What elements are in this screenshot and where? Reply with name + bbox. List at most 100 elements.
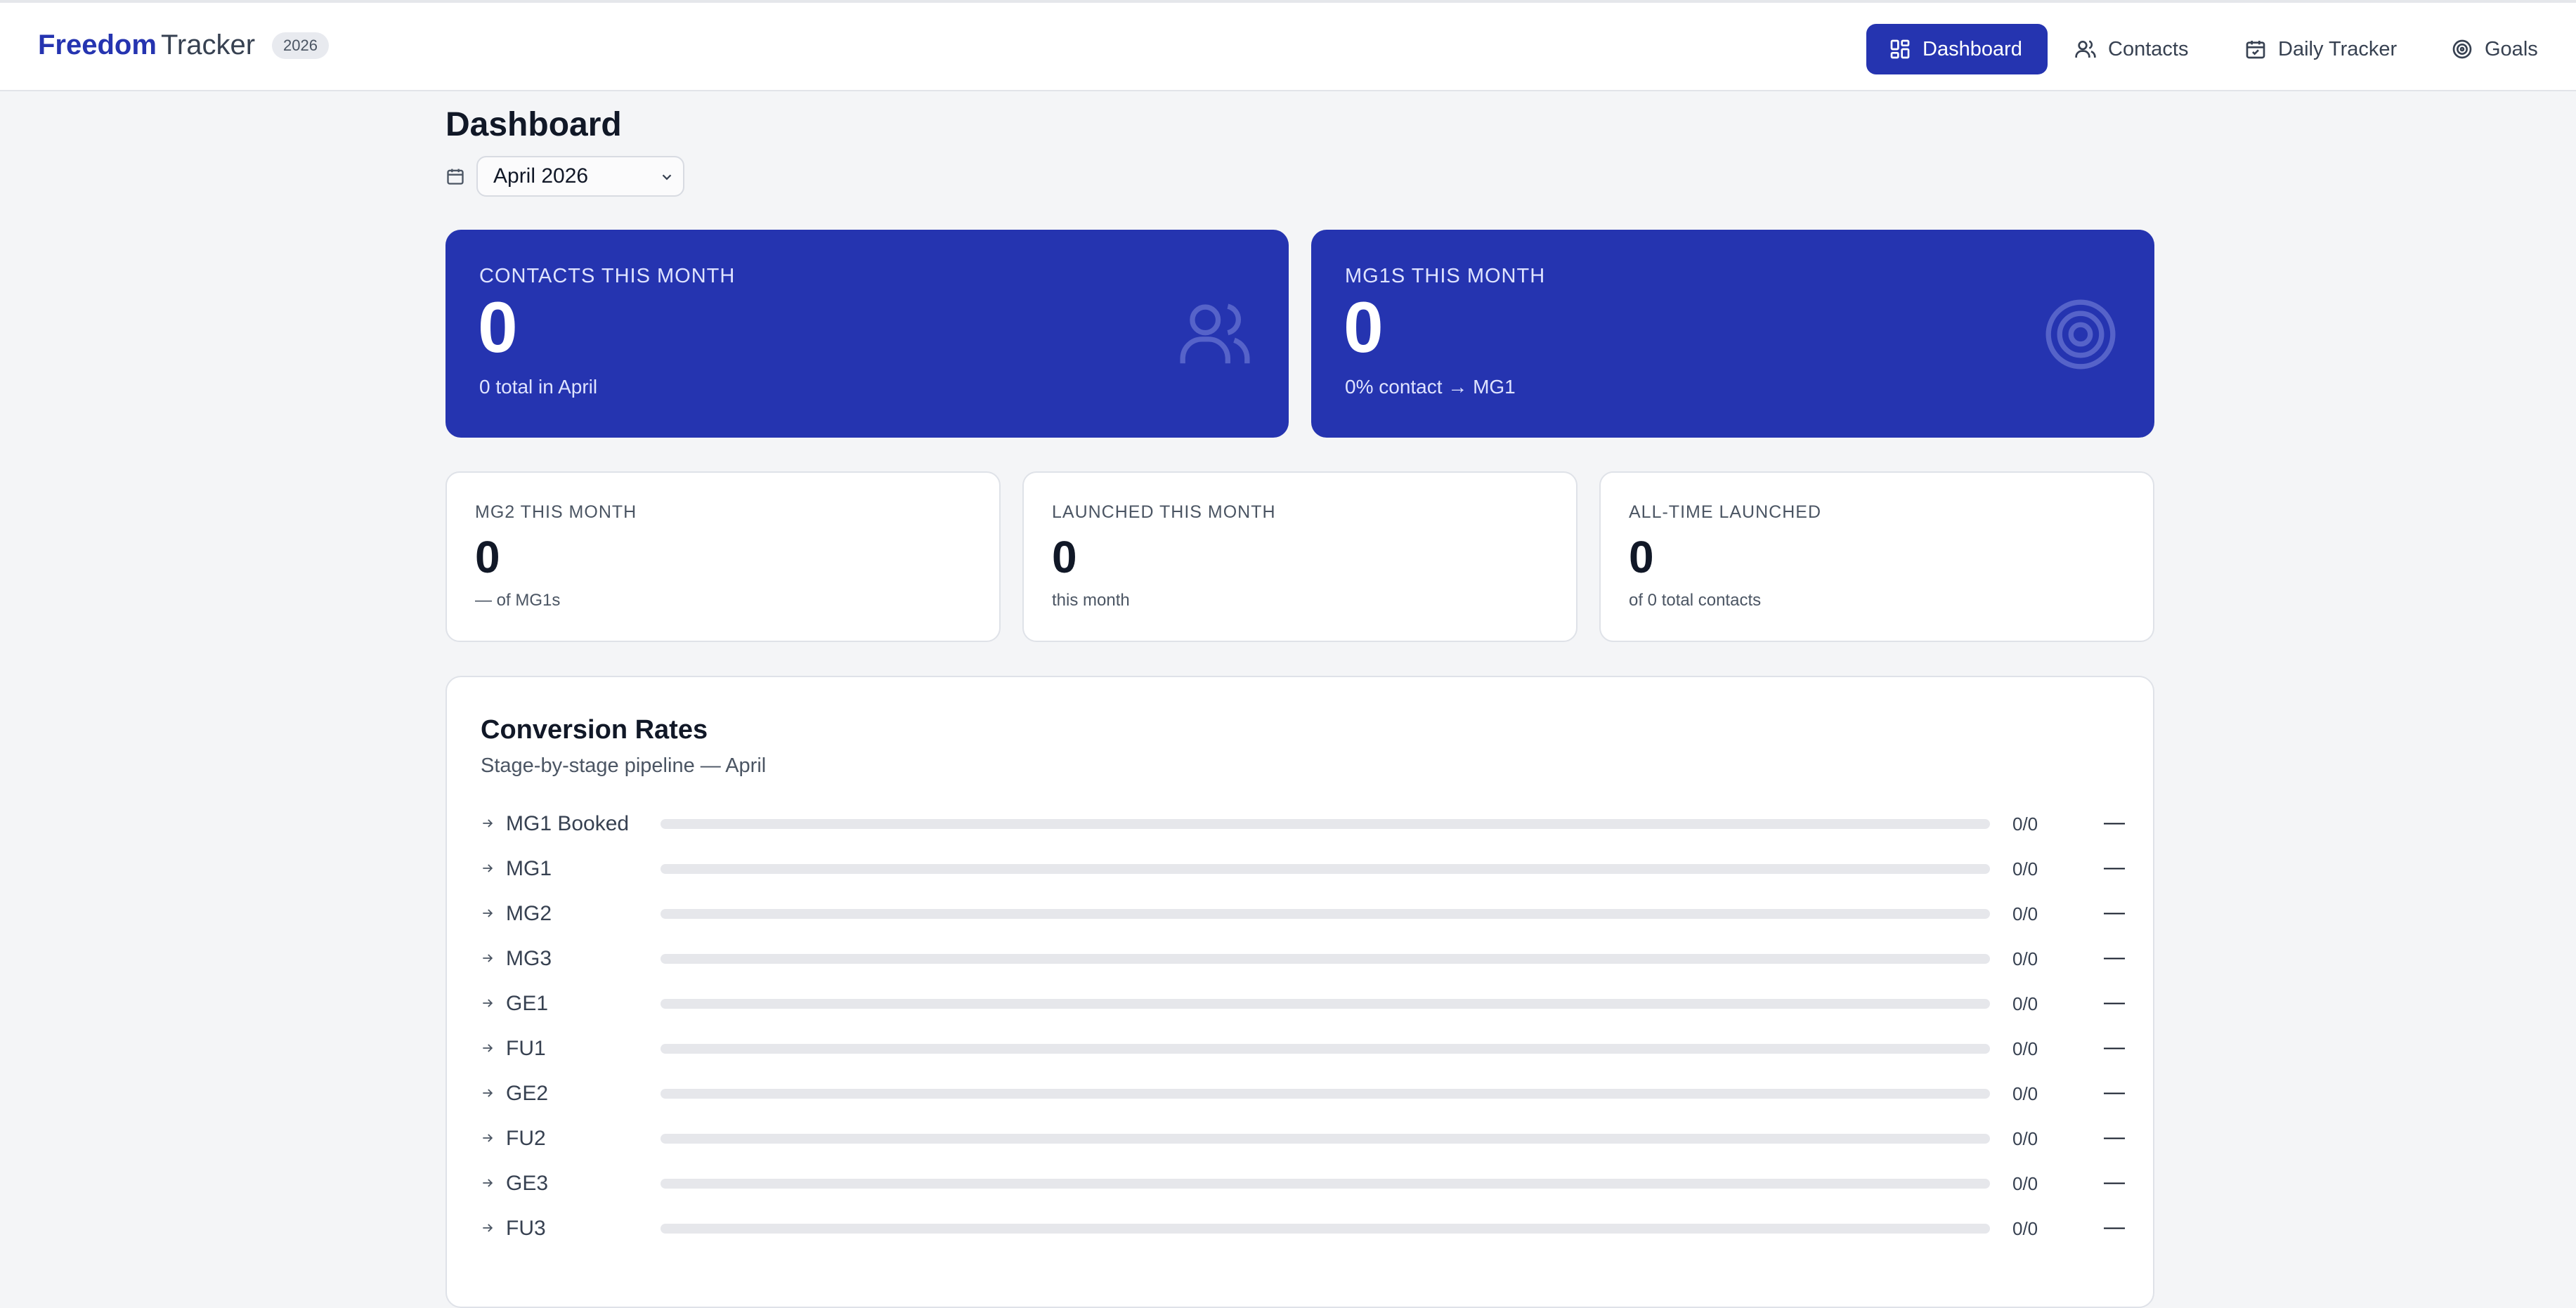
nav-daily-tracker-label: Daily Tracker [2278, 37, 2398, 60]
month-selector-row: April 2026 [445, 156, 684, 197]
stage-percent: — [2104, 946, 2125, 969]
stage-percent: — [2104, 1170, 2125, 1193]
nav-goals-label: Goals [2485, 37, 2538, 60]
brand-name-light: Tracker [160, 30, 256, 60]
month-select[interactable]: April 2026 [476, 156, 684, 197]
card-value: 0 [475, 532, 500, 582]
chevron-down-icon [662, 174, 672, 181]
card-subtext: 0 total in April [479, 376, 598, 398]
arrow-right-icon [483, 999, 493, 1007]
conversion-row: FU3 0/0 — [447, 1214, 2156, 1242]
brand-logo[interactable]: Freedom Tracker 2026 [38, 30, 329, 61]
all-time-launched-card: ALL-TIME LAUNCHED 0 of 0 total contacts [1599, 471, 2154, 642]
stage-percent: — [2104, 1035, 2125, 1059]
stage-name: MG1 [506, 857, 552, 880]
stage-percent: — [2104, 1215, 2125, 1238]
stage-percent: — [2104, 1080, 2125, 1104]
card-label: CONTACTS THIS MONTH [479, 265, 736, 287]
progress-track [661, 999, 1990, 1009]
nav-daily-tracker[interactable]: Daily Tracker [2244, 24, 2397, 74]
target-icon [2452, 39, 2472, 59]
conversion-row: MG1 0/0 — [447, 854, 2156, 882]
arrow-right-icon [483, 1089, 493, 1097]
arrow-right-icon [483, 1224, 493, 1232]
arrow-right-icon [483, 1179, 493, 1187]
launched-this-month-card: LAUNCHED THIS MONTH 0 this month [1022, 471, 1578, 642]
card-label: MG1S THIS MONTH [1345, 265, 1546, 287]
stage-name: MG2 [506, 902, 552, 925]
users-icon [1180, 303, 1250, 364]
progress-track [661, 819, 1990, 829]
mg1s-this-month-card: MG1S THIS MONTH 0 0% contact → MG1 [1311, 230, 2154, 438]
nav-dashboard-label: Dashboard [1923, 37, 2022, 60]
nav-goals[interactable]: Goals [2451, 24, 2538, 74]
nav-dashboard[interactable]: Dashboard [1866, 24, 2048, 74]
stage-percent: — [2104, 856, 2125, 879]
card-value: 0 [1052, 532, 1077, 582]
stage-percent: — [2104, 901, 2125, 924]
card-value: 0 [1344, 287, 1384, 367]
page-title: Dashboard [445, 106, 622, 143]
stage-ratio: 0/0 [2012, 948, 2038, 969]
stage-percent: — [2104, 811, 2125, 834]
stage-ratio: 0/0 [2012, 1083, 2038, 1104]
arrow-right-icon [483, 819, 493, 828]
dashboard-icon [1890, 39, 1910, 59]
stage-ratio: 0/0 [2012, 1173, 2038, 1194]
stage-name: MG1 Booked [506, 812, 630, 835]
arrow-right-icon [483, 909, 493, 917]
progress-track [661, 864, 1990, 874]
conversion-row: GE2 0/0 — [447, 1079, 2156, 1107]
month-select-value: April 2026 [493, 164, 589, 188]
card-subtext: 0% contact → MG1 [1345, 376, 1516, 398]
conversion-row: MG1 Booked 0/0 — [447, 809, 2156, 837]
brand-name-strong: Freedom [38, 30, 157, 60]
conversion-row: MG3 0/0 — [447, 944, 2156, 972]
conversion-subtitle: Stage-by-stage pipeline — April [481, 754, 767, 777]
conversion-row: FU2 0/0 — [447, 1124, 2156, 1152]
card-subtext: — of MG1s [475, 591, 561, 610]
card-subtext: of 0 total contacts [1629, 591, 1762, 610]
conversion-row: GE3 0/0 — [447, 1169, 2156, 1197]
conversion-title: Conversion Rates [481, 715, 708, 745]
stage-ratio: 0/0 [2012, 993, 2038, 1014]
conversion-row: FU1 0/0 — [447, 1034, 2156, 1062]
progress-track [661, 1044, 1990, 1054]
progress-track [661, 909, 1990, 919]
top-nav-bar: Freedom Tracker 2026 Dashboard Contacts … [0, 0, 2576, 91]
card-label: ALL-TIME LAUNCHED [1629, 502, 1821, 522]
progress-track [661, 1179, 1990, 1189]
calendar-icon [447, 169, 464, 185]
arrow-right-icon [483, 1044, 493, 1052]
stage-percent: — [2104, 1125, 2125, 1149]
year-badge: 2026 [272, 32, 329, 59]
progress-track [661, 1089, 1990, 1099]
progress-track [661, 1134, 1990, 1144]
stage-name: FU1 [506, 1037, 546, 1060]
card-value: 0 [478, 287, 518, 367]
card-label: LAUNCHED THIS MONTH [1052, 502, 1276, 522]
card-value: 0 [1629, 532, 1654, 582]
progress-track [661, 1224, 1990, 1234]
card-label: MG2 THIS MONTH [475, 502, 637, 522]
arrow-right-icon [483, 954, 493, 962]
stage-percent: — [2104, 990, 2125, 1014]
target-icon [2045, 299, 2116, 369]
stage-ratio: 0/0 [2012, 903, 2038, 924]
stage-name: MG3 [506, 947, 552, 970]
progress-track [661, 954, 1990, 964]
stage-name: FU3 [506, 1217, 546, 1240]
stage-ratio: 0/0 [2012, 1038, 2038, 1059]
arrow-right-icon [483, 864, 493, 872]
contacts-this-month-card: CONTACTS THIS MONTH 0 0 total in April [445, 230, 1289, 438]
stage-name: GE1 [506, 992, 549, 1015]
stage-name: GE2 [506, 1082, 549, 1105]
stage-ratio: 0/0 [2012, 1128, 2038, 1149]
conversion-row: GE1 0/0 — [447, 989, 2156, 1017]
nav-contacts[interactable]: Contacts [2074, 24, 2188, 74]
mg2-this-month-card: MG2 THIS MONTH 0 — of MG1s [445, 471, 1001, 642]
conversion-rates-panel: Conversion Rates Stage-by-stage pipeline… [445, 676, 2154, 1308]
nav-contacts-label: Contacts [2108, 37, 2189, 60]
arrow-right-icon [483, 1134, 493, 1142]
card-subtext: this month [1052, 591, 1130, 610]
